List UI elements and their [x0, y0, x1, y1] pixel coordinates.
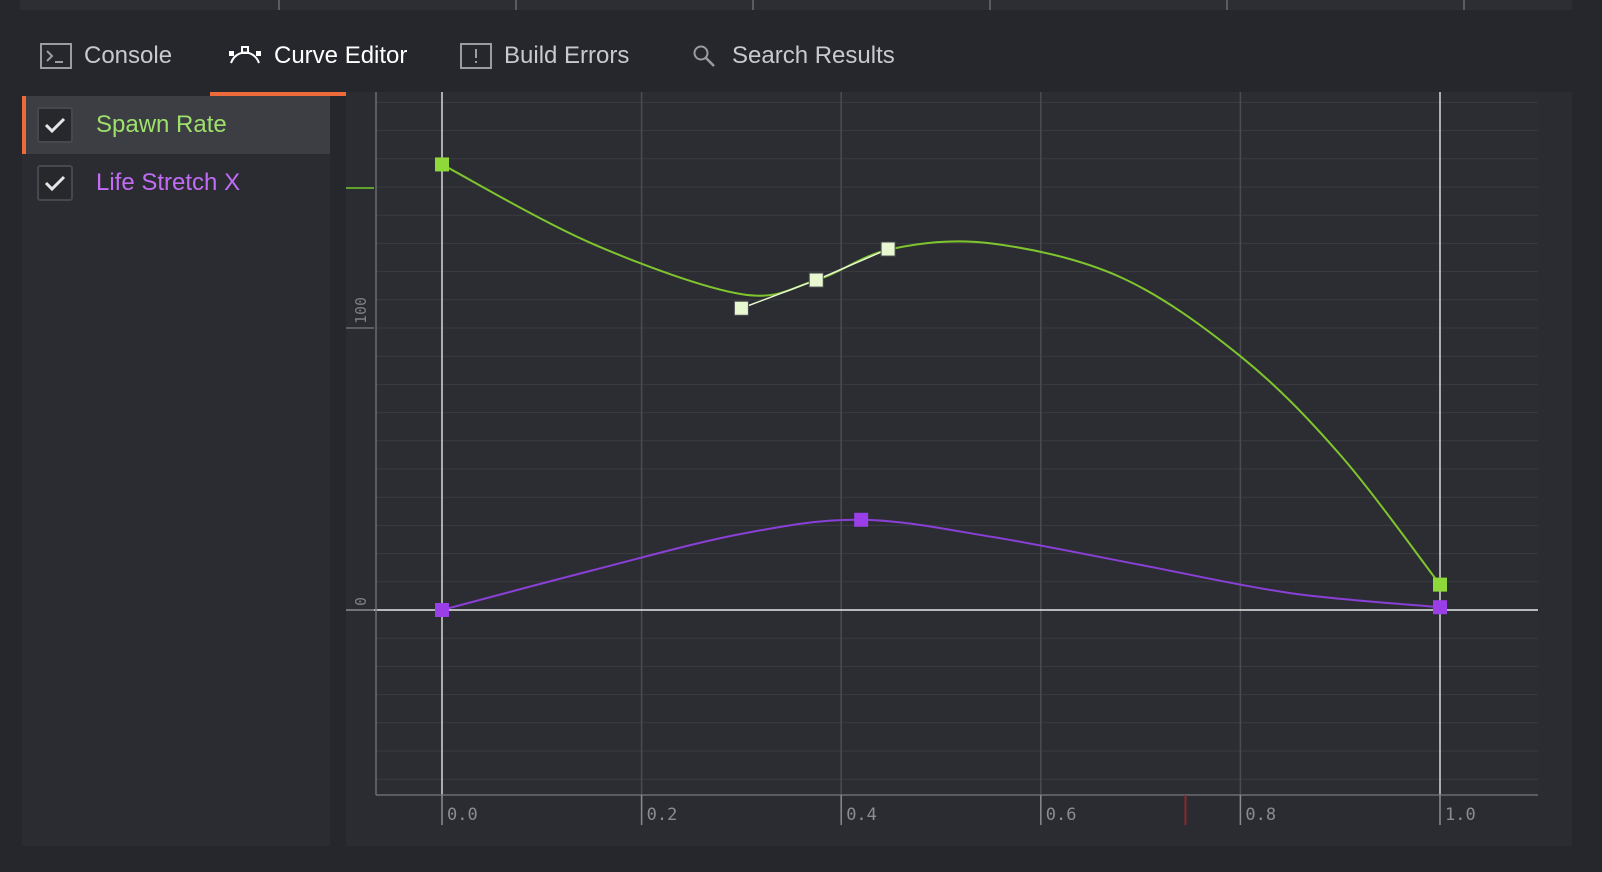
x-tick-label: 0.2	[647, 805, 678, 825]
x-tick-label: 1.0	[1445, 805, 1476, 825]
y-tick-label: 100	[352, 297, 370, 324]
tab-search-results-label: Search Results	[732, 42, 895, 69]
ruler-tick	[515, 0, 517, 10]
search-icon	[692, 44, 716, 68]
tab-bar: Console Curve Editor Build Errors Search…	[0, 20, 1602, 96]
property-item-spawn-rate[interactable]: Spawn Rate	[22, 96, 330, 154]
curve-editor-canvas[interactable]: 0 100 0.0 0.2 0.4 0.6 0.8 1.0	[346, 92, 1572, 846]
property-list: Spawn Rate Life Stretch X	[22, 96, 330, 846]
x-tick-label: 0.6	[1046, 805, 1077, 825]
ruler-tick	[1226, 0, 1228, 10]
ruler-tick	[752, 0, 754, 10]
x-tick-label: 0.4	[846, 805, 877, 825]
bezier-curve-icon	[228, 45, 262, 67]
life-stretch-x-keyframe	[1433, 600, 1447, 615]
tab-build-errors-label: Build Errors	[504, 42, 630, 69]
tab-console-label: Console	[84, 42, 173, 69]
tab-console[interactable]: Console	[40, 20, 172, 92]
curve-plot[interactable]: 0 100 0.0 0.2 0.4 0.6 0.8 1.0	[346, 92, 1572, 846]
tab-build-errors[interactable]: Build Errors	[460, 20, 629, 92]
tab-curve-editor[interactable]: Curve Editor	[210, 20, 426, 96]
tab-curve-editor-label: Curve Editor	[274, 42, 408, 69]
spawn-rate-keyframe	[435, 157, 449, 172]
life-stretch-x-keyframe	[435, 603, 449, 617]
tangent-handle	[880, 241, 896, 257]
tab-search-results[interactable]: Search Results	[692, 20, 895, 92]
spawn-rate-keyframe	[1433, 577, 1447, 592]
life-stretch-x-checkbox[interactable]	[37, 165, 73, 201]
tangent-handle	[733, 300, 749, 316]
x-tick-label: 0.8	[1245, 805, 1276, 825]
property-item-life-stretch-x[interactable]: Life Stretch X	[22, 154, 330, 212]
x-tick-label: 0.0	[447, 805, 478, 825]
spawn-rate-checkbox[interactable]	[37, 107, 73, 143]
life-stretch-x-keyframe	[854, 512, 869, 527]
life-stretch-x-label: Life Stretch X	[96, 169, 241, 196]
top-ruler	[20, 0, 1572, 10]
checkmark-icon	[44, 117, 66, 134]
y-tick-label: 0	[352, 597, 370, 606]
ruler-tick	[1463, 0, 1465, 10]
checkmark-icon	[44, 175, 66, 192]
error-box-icon	[460, 43, 492, 69]
plot-area	[376, 92, 1538, 795]
terminal-icon	[40, 43, 72, 69]
selection-indicator	[22, 96, 26, 154]
ruler-tick	[278, 0, 280, 10]
spawn-rate-label: Spawn Rate	[96, 111, 227, 138]
spawn-rate-keyframe	[808, 272, 824, 288]
ruler-tick	[989, 0, 991, 10]
